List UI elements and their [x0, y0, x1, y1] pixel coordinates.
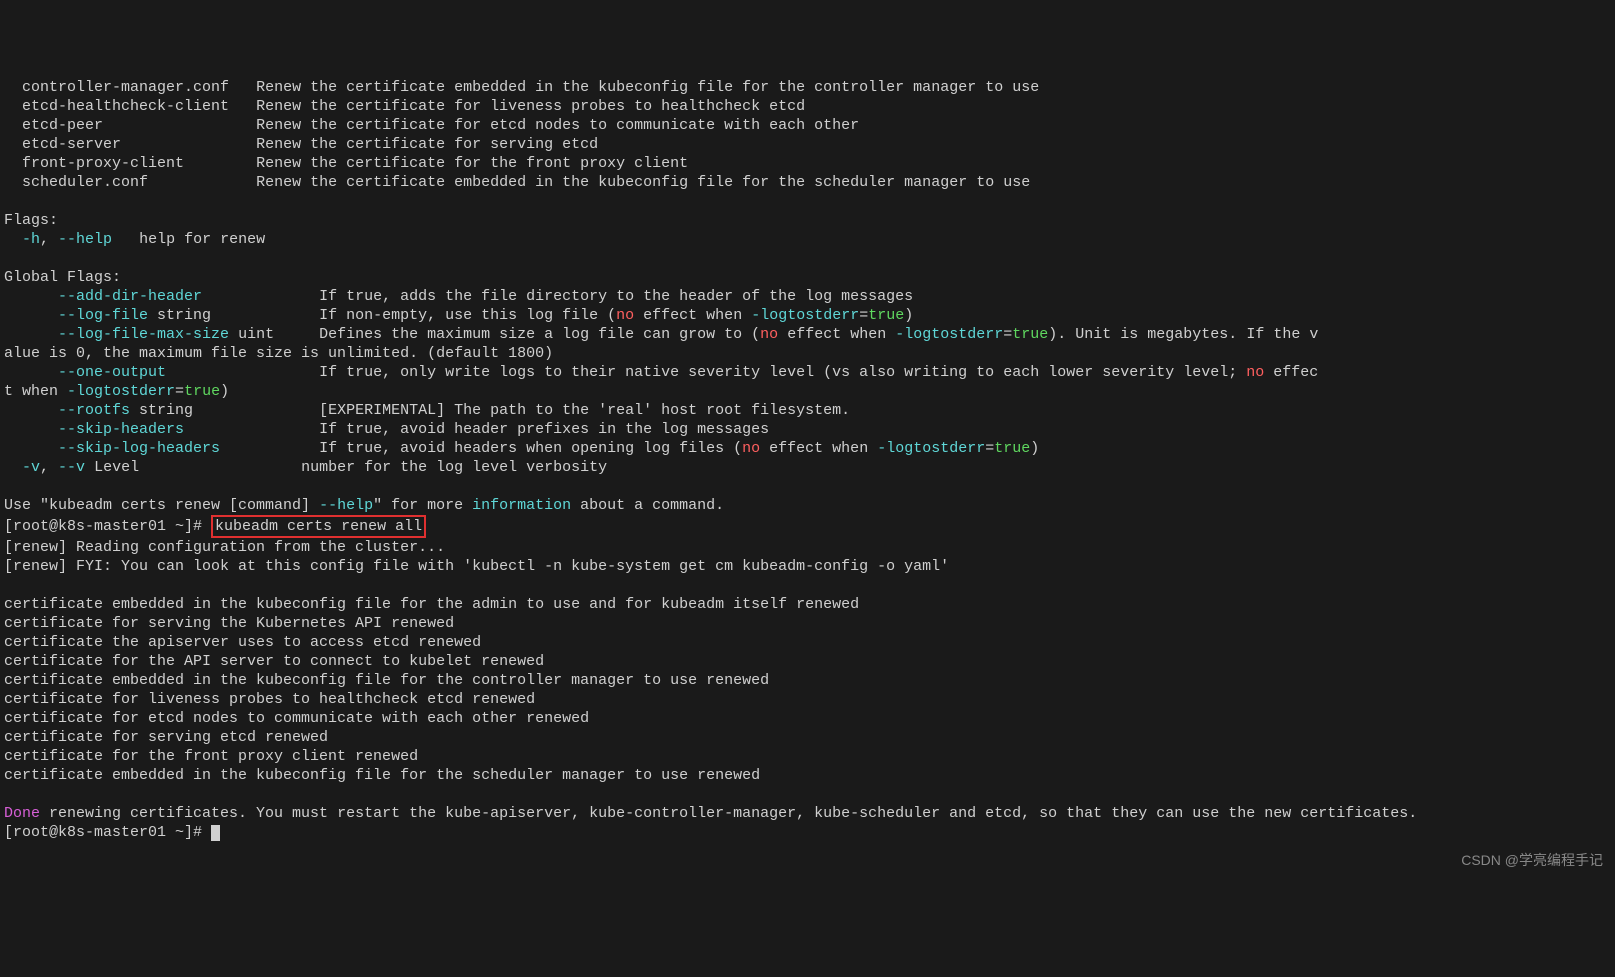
- flag-v-long: --v: [58, 459, 85, 476]
- watermark: CSDN @学亮编程手记: [1461, 851, 1603, 870]
- highlighted-command: kubeadm certs renew all: [211, 515, 426, 538]
- flag-rootfs: --rootfs: [58, 402, 130, 419]
- cert-line: certificate for liveness probes to healt…: [4, 691, 535, 708]
- global-flags-header: Global Flags:: [4, 269, 121, 286]
- subcmd-row: controller-manager.conf Renew the certif…: [4, 79, 1039, 96]
- flag-log-file-max-size: --log-file-max-size: [58, 326, 229, 343]
- flag-log-file: --log-file: [58, 307, 148, 324]
- cert-line: certificate for serving the Kubernetes A…: [4, 615, 454, 632]
- subcmd-row: scheduler.conf Renew the certificate emb…: [4, 174, 1030, 191]
- shell-prompt[interactable]: [root@k8s-master01 ~]#: [4, 824, 211, 841]
- output-line: [renew] FYI: You can look at this config…: [4, 558, 949, 575]
- flags-header: Flags:: [4, 212, 58, 229]
- cert-line: certificate embedded in the kubeconfig f…: [4, 672, 769, 689]
- terminal-output[interactable]: controller-manager.conf Renew the certif…: [0, 76, 1615, 844]
- cert-line: certificate for serving etcd renewed: [4, 729, 328, 746]
- cursor-icon: [211, 825, 220, 841]
- cert-line: certificate for the front proxy client r…: [4, 748, 418, 765]
- cert-line: certificate embedded in the kubeconfig f…: [4, 767, 760, 784]
- cert-line: certificate the apiserver uses to access…: [4, 634, 481, 651]
- flag-help-desc: help for renew: [139, 231, 265, 248]
- shell-prompt: [root@k8s-master01 ~]#: [4, 518, 211, 535]
- flag-add-dir-header: --add-dir-header: [58, 288, 202, 305]
- flag-one-output: --one-output: [58, 364, 166, 381]
- subcmd-row: front-proxy-client Renew the certificate…: [4, 155, 688, 172]
- subcmd-row: etcd-server Renew the certificate for se…: [4, 136, 598, 153]
- flag-help-long: --help: [58, 231, 112, 248]
- cert-line: certificate embedded in the kubeconfig f…: [4, 596, 859, 613]
- use-hint: Use "kubeadm certs renew [command] --hel…: [4, 497, 724, 514]
- subcmd-row: etcd-healthcheck-client Renew the certif…: [4, 98, 805, 115]
- flag-v-short: -v: [22, 459, 40, 476]
- done-line: Done renewing certificates. You must res…: [4, 805, 1417, 822]
- flag-skip-log-headers: --skip-log-headers: [58, 440, 220, 457]
- flag-skip-headers: --skip-headers: [58, 421, 184, 438]
- subcmd-row: etcd-peer Renew the certificate for etcd…: [4, 117, 859, 134]
- cert-line: certificate for etcd nodes to communicat…: [4, 710, 589, 727]
- flag-help-short: -h: [22, 231, 40, 248]
- output-line: [renew] Reading configuration from the c…: [4, 539, 445, 556]
- cert-line: certificate for the API server to connec…: [4, 653, 544, 670]
